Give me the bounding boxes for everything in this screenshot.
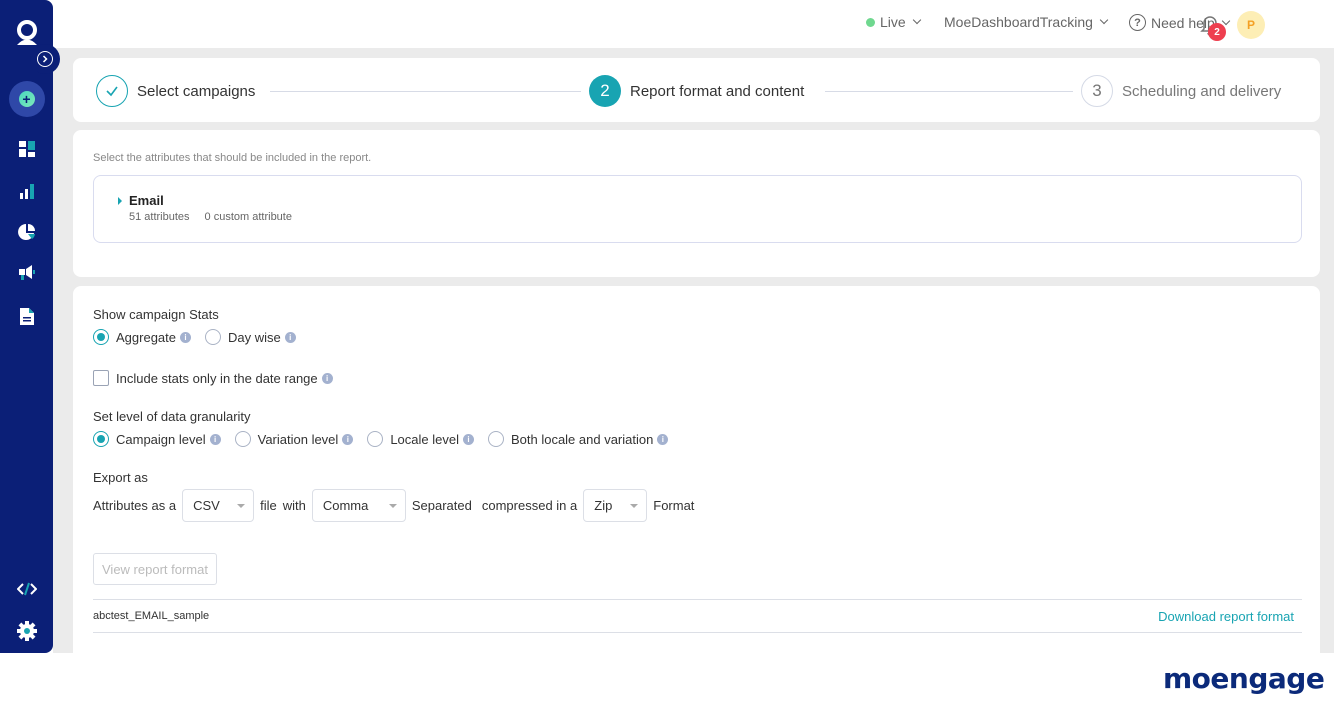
export-settings: Attributes as a CSV file with Comma Sepa… [93,489,694,522]
date-range-checkbox[interactable]: Include stats only in the date range i [93,370,333,386]
plus-icon: + [18,91,35,107]
step-scheduling[interactable]: 3 Scheduling and delivery [1081,75,1281,107]
sidebar: + [0,0,53,653]
date-range-option: Include stats only in the date range i [93,370,347,386]
options-card: Show campaign Stats Aggregate i Day wise… [73,286,1320,653]
granularity-radio-group: Campaign level i Variation level i Local… [93,431,682,447]
info-icon[interactable]: i [657,433,669,445]
code-icon [16,582,37,596]
avatar[interactable]: P [1237,11,1265,39]
info-icon[interactable]: i [462,433,474,445]
main-content: Select campaigns 2 Report format and con… [53,48,1334,653]
report-file-row: abctest_EMAIL_sample Download report for… [93,599,1302,633]
step-label: Report format and content [630,82,805,100]
live-status-dot [866,17,875,27]
environment-label: Live [880,14,906,30]
sidebar-expand-button[interactable] [30,44,60,74]
dropdown-arrow-icon [388,503,397,508]
bar-chart-icon [19,184,34,199]
info-icon[interactable]: i [342,433,354,445]
step-number: 2 [589,75,621,107]
document-icon [19,307,34,325]
compression-select[interactable]: Zip [583,489,648,522]
info-icon[interactable]: i [284,331,296,343]
chevron-down-icon [1221,16,1231,25]
check-icon [106,86,118,97]
top-bar: Live MoeDashboardTracking ? Need help [53,0,1334,48]
report-file-name: abctest_EMAIL_sample [93,610,210,622]
stats-radio-group: Aggregate i Day wise i [93,329,310,345]
pie-chart-icon [17,224,35,240]
sidebar-item-dashboard[interactable] [0,140,53,158]
stats-label: Show campaign Stats [93,307,219,322]
dropdown-arrow-icon [630,503,639,508]
info-icon[interactable]: i [321,372,333,384]
radio-campaign-level[interactable]: Campaign level i [93,431,221,447]
radio-locale-level[interactable]: Locale level i [367,431,474,447]
step-label: Select campaigns [137,82,256,100]
file-type-select[interactable]: CSV [182,489,255,522]
sidebar-item-create[interactable]: + [0,81,53,117]
download-report-format-link[interactable]: Download report format [1158,609,1294,624]
workspace-label: MoeDashboardTracking [944,14,1093,30]
stepper: Select campaigns 2 Report format and con… [73,58,1320,122]
custom-attribute-count: 0 custom attribute [204,211,292,223]
moengage-logo: moengage [1163,662,1325,695]
attribute-count: 51 attributes [129,211,190,223]
radio-both-locale-variation[interactable]: Both locale and variation i [487,431,669,447]
info-icon[interactable]: i [209,433,221,445]
export-label: Export as [93,470,148,485]
sidebar-item-reports[interactable] [0,307,53,325]
environment-dropdown[interactable]: Live [866,14,921,30]
attributes-hint: Select the attributes that should be inc… [93,152,372,164]
help-icon: ? [1129,14,1146,31]
step-label: Scheduling and delivery [1122,82,1282,100]
notification-badge: 2 [1208,23,1226,41]
view-report-format-button[interactable]: View report format [93,553,217,585]
attribute-group-email: Email 51 attributes 0 custom attribute [93,175,1302,243]
user-icon [16,20,37,45]
chevron-down-icon [1099,15,1109,25]
step-select-campaigns[interactable]: Select campaigns [96,75,255,107]
step-connector [825,91,1073,92]
workspace-dropdown[interactable]: MoeDashboardTracking [944,14,1109,30]
separator-select[interactable]: Comma [311,489,406,522]
step-report-format[interactable]: 2 Report format and content [589,75,804,107]
radio-variation-level[interactable]: Variation level i [234,431,354,447]
step-connector [270,91,581,92]
chevron-down-icon [912,15,921,25]
attributes-card: Select the attributes that should be inc… [73,130,1320,277]
megaphone-icon [18,265,35,280]
sidebar-item-campaigns[interactable] [0,264,53,282]
dashboard-icon [18,141,35,157]
sidebar-item-settings[interactable] [0,621,53,641]
gear-icon [16,621,37,641]
sidebar-item-analytics[interactable] [0,182,53,200]
chevron-right-icon [42,55,48,63]
attribute-group-title: Email [129,193,164,208]
granularity-label: Set level of data granularity [93,409,251,424]
sidebar-item-developer[interactable] [0,580,53,598]
attribute-group-toggle[interactable]: Email [118,193,164,208]
dropdown-arrow-icon [237,503,246,508]
info-icon[interactable]: i [180,331,191,343]
step-number: 3 [1081,75,1113,107]
radio-aggregate[interactable]: Aggregate i [93,329,191,345]
caret-right-icon [118,196,122,205]
radio-day-wise[interactable]: Day wise i [205,329,296,345]
sidebar-item-segments[interactable] [0,223,53,241]
